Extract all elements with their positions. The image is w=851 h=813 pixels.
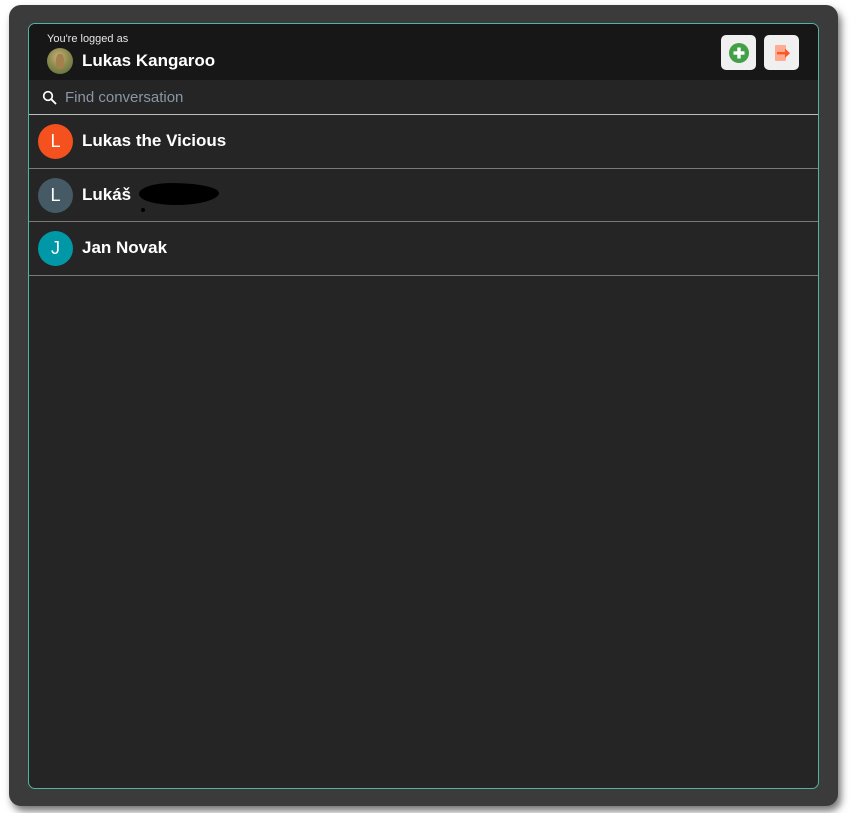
conversation-item[interactable]: L Lukas the Vicious	[29, 115, 818, 169]
current-user-name: Lukas Kangaroo	[82, 51, 216, 70]
conversation-item[interactable]: J Jan Novak	[29, 222, 818, 276]
redaction-mark	[141, 207, 145, 212]
user-avatar	[47, 48, 73, 74]
conversation-name: Lukáš	[82, 184, 132, 204]
header: You're logged as Lukas Kangaroo	[29, 24, 818, 80]
conversation-avatar: J	[38, 231, 73, 266]
chat-panel: You're logged as Lukas Kangaroo Find con…	[28, 23, 819, 789]
plus-circle-icon	[728, 42, 749, 63]
search-bar	[29, 80, 818, 115]
conversation-item[interactable]: L Lukáš	[29, 169, 818, 222]
conversation-name: Lukas the Vicious	[82, 131, 227, 150]
logout-button[interactable]	[764, 35, 799, 70]
conversation-avatar: L	[38, 177, 73, 213]
conversation-name: Jan Novak	[82, 238, 168, 257]
logout-icon	[774, 44, 790, 61]
app-window: You're logged as Lukas Kangaroo Find con…	[9, 5, 838, 806]
redaction-mark	[139, 182, 219, 205]
search-input[interactable]	[65, 84, 805, 110]
logged-as-label: You're logged as	[47, 33, 129, 45]
conversation-list: L Lukas the Vicious L Lukáš J Jan Novak	[29, 115, 818, 276]
conversation-avatar: L	[38, 124, 73, 159]
search-icon	[42, 90, 57, 105]
new-conversation-button[interactable]	[721, 35, 756, 70]
